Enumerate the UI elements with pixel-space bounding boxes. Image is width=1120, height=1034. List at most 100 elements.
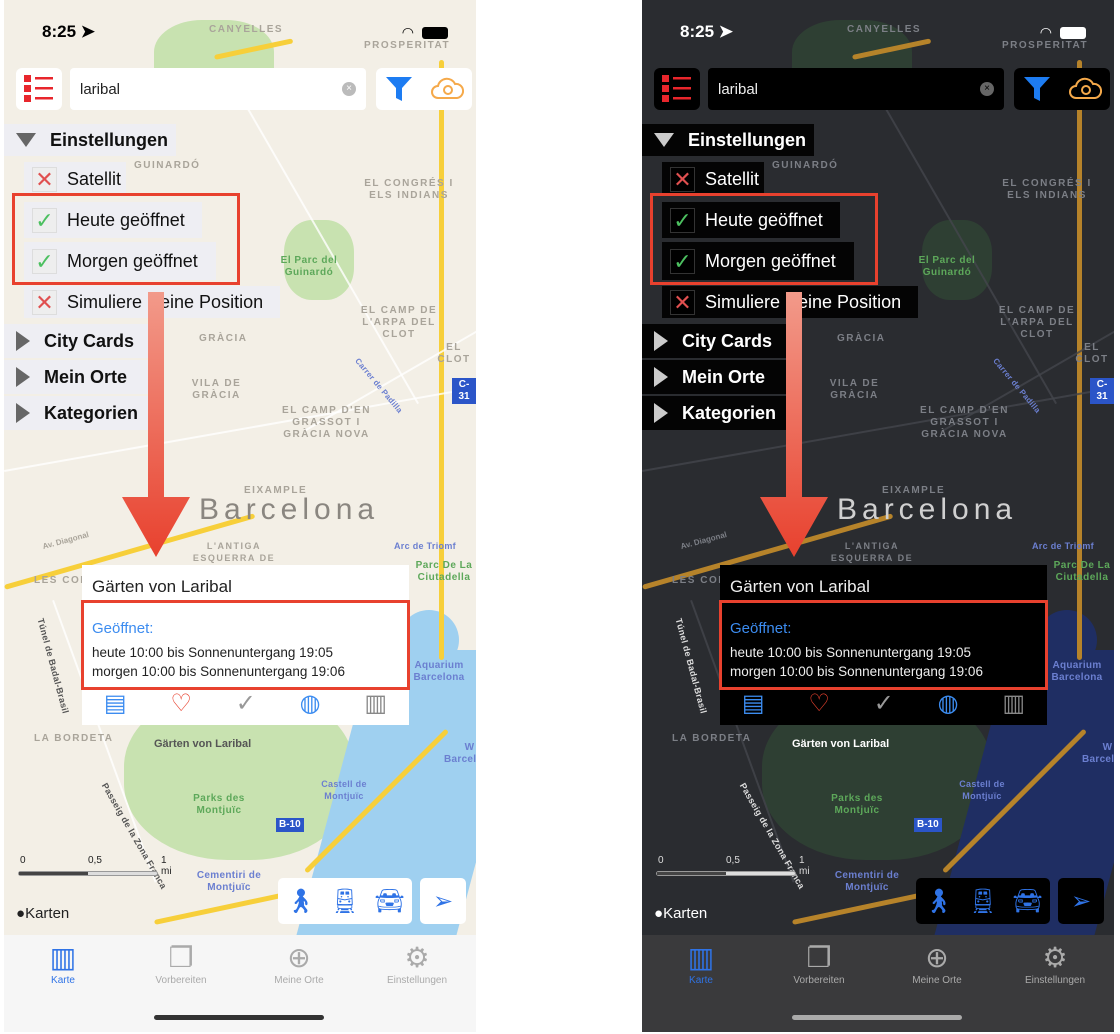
tab-einstellungen[interactable]: ⚙ Einstellungen	[358, 935, 476, 1032]
tab-einstellungen[interactable]: ⚙ Einstellungen	[996, 935, 1114, 1032]
filter-icon[interactable]	[384, 74, 414, 104]
map-label: PROSPERITAT	[364, 40, 451, 51]
unchecked-icon[interactable]: ✕	[32, 289, 57, 315]
document-icon[interactable]: ▤	[742, 689, 765, 718]
tab-label: Einstellungen	[1024, 975, 1086, 986]
checklist-icon	[662, 75, 691, 102]
unchecked-icon[interactable]: ✕	[670, 166, 695, 192]
document-icon[interactable]: ▤	[104, 689, 127, 718]
transit-icon[interactable]: 🚆︎	[968, 887, 998, 916]
map-label: Aquarium Barcelona	[413, 660, 465, 683]
transit-icon[interactable]: 🚆︎	[330, 887, 360, 916]
map-icon[interactable]: ▥	[364, 689, 387, 718]
status-time: 8:25 ➤	[42, 22, 96, 41]
search-input[interactable]: laribal ×	[708, 68, 1004, 110]
option-satellit[interactable]: ✕ Satellit	[662, 162, 764, 196]
map-label: EL CAMP DE L'ARPA DEL CLOT	[998, 305, 1076, 340]
heart-icon[interactable]: ♡	[808, 689, 830, 718]
tab-karte[interactable]: ▥ Karte	[4, 935, 122, 1032]
map-label: EL CLOT	[1075, 342, 1109, 365]
gear-icon: ⚙	[1042, 942, 1068, 973]
car-icon[interactable]: 🚘︎	[374, 887, 404, 916]
search-input[interactable]: laribal ×	[70, 68, 366, 110]
apple-logo-icon: ●	[654, 905, 664, 922]
globe-icon[interactable]: ◍	[938, 689, 959, 718]
scale-label: 1 mi	[161, 855, 172, 877]
expand-triangle-icon	[654, 403, 668, 423]
tab-label: Vorbereiten	[155, 975, 207, 986]
map-label: W Barcelona	[1082, 742, 1114, 765]
unchecked-icon[interactable]: ✕	[32, 166, 57, 192]
locate-button[interactable]: ➢	[1058, 878, 1104, 924]
attribution-label: Karten	[25, 905, 70, 922]
globe-icon[interactable]: ◍	[300, 689, 321, 718]
section-label: Einstellungen	[688, 129, 807, 150]
phone-screenshot-dark: CANYELLES PROSPERITAT GUINARDÓ EL CONGRÉ…	[642, 0, 1114, 1032]
section-label: Einstellungen	[50, 129, 169, 150]
option-label: Satellit	[67, 168, 122, 189]
home-indicator[interactable]	[154, 1015, 324, 1020]
copy-icon: ❐	[806, 942, 832, 973]
locate-button[interactable]: ➢	[420, 878, 466, 924]
wifi-icon: ◠	[1039, 24, 1052, 40]
walk-icon[interactable]: 🚶︎	[923, 887, 953, 916]
road-shield: C-31	[452, 378, 476, 404]
list-button[interactable]	[16, 68, 62, 110]
wifi-icon: ◠	[401, 24, 414, 40]
maps-attribution[interactable]: ●Karten	[16, 905, 69, 922]
cloud-search-icon[interactable]	[430, 74, 464, 104]
clear-icon[interactable]: ×	[980, 82, 994, 96]
search-value: laribal	[718, 80, 759, 98]
map-label: CANYELLES	[847, 24, 922, 35]
list-button[interactable]	[654, 68, 700, 110]
map-label: Cementiri de Montjuïc	[196, 870, 262, 893]
section-label: Mein Orte	[682, 366, 766, 387]
battery-icon	[422, 26, 448, 39]
map-label: EL CONGRÉS I ELS INDIANS	[364, 178, 454, 201]
map-label: Parc De La Ciutadella	[1053, 560, 1111, 583]
expand-triangle-icon	[16, 367, 30, 387]
maps-attribution[interactable]: ●Karten	[654, 905, 707, 922]
expand-triangle-icon	[654, 367, 668, 387]
map-label: Parc De La Ciutadella	[415, 560, 473, 583]
expand-triangle-icon	[654, 331, 668, 351]
collapse-triangle-icon	[654, 133, 674, 147]
expand-triangle-icon	[16, 331, 30, 351]
copy-icon: ❐	[168, 942, 194, 973]
scale-label: 1 mi	[799, 855, 810, 877]
settings-section-header[interactable]: Einstellungen	[4, 124, 176, 156]
map-label: EL CAMP DE L'ARPA DEL CLOT	[360, 305, 438, 340]
unchecked-icon[interactable]: ✕	[670, 289, 695, 315]
tab-label: Meine Orte	[912, 975, 962, 986]
status-time: 8:25 ➤	[680, 22, 734, 41]
map-label: Túnel de Badal-Brasil	[673, 617, 709, 715]
pin-label[interactable]: Gärten von Laribal	[792, 738, 889, 750]
checkmark-icon[interactable]: ✓	[236, 689, 256, 718]
map-icon: ▥	[49, 942, 77, 973]
home-indicator[interactable]	[792, 1015, 962, 1020]
scale-label: 0	[20, 855, 26, 866]
map-label: Túnel de Badal-Brasil	[35, 617, 71, 715]
heart-icon[interactable]: ♡	[170, 689, 192, 718]
car-icon[interactable]: 🚘︎	[1012, 887, 1042, 916]
tab-karte[interactable]: ▥ Karte	[642, 935, 760, 1032]
option-label: Satellit	[705, 168, 760, 189]
settings-section-header[interactable]: Einstellungen	[642, 124, 814, 156]
option-satellit[interactable]: ✕ Satellit	[24, 162, 126, 196]
walk-icon[interactable]: 🚶︎	[285, 887, 315, 916]
cloud-search-icon[interactable]	[1068, 74, 1102, 104]
phone-screenshot-light: CANYELLES PROSPERITAT GUINARDÓ EL CONGRÉ…	[4, 0, 476, 1032]
location-arrow-icon: ➤	[718, 22, 734, 41]
pin-label[interactable]: Gärten von Laribal	[154, 738, 251, 750]
clear-icon[interactable]: ×	[342, 82, 356, 96]
checkmark-icon[interactable]: ✓	[874, 689, 894, 718]
filter-icon[interactable]	[1022, 74, 1052, 104]
transport-mode-buttons: 🚶︎ 🚆︎ 🚘︎	[278, 878, 412, 924]
road-shield: B-10	[276, 818, 304, 832]
map-label: LA BORDETA	[672, 733, 752, 744]
map-label: Parks des Montjuïc	[831, 793, 883, 816]
checklist-icon	[24, 75, 53, 102]
tab-label: Vorbereiten	[793, 975, 845, 986]
map-icon[interactable]: ▥	[1002, 689, 1025, 718]
map-label: GUINARDÓ	[772, 160, 839, 171]
